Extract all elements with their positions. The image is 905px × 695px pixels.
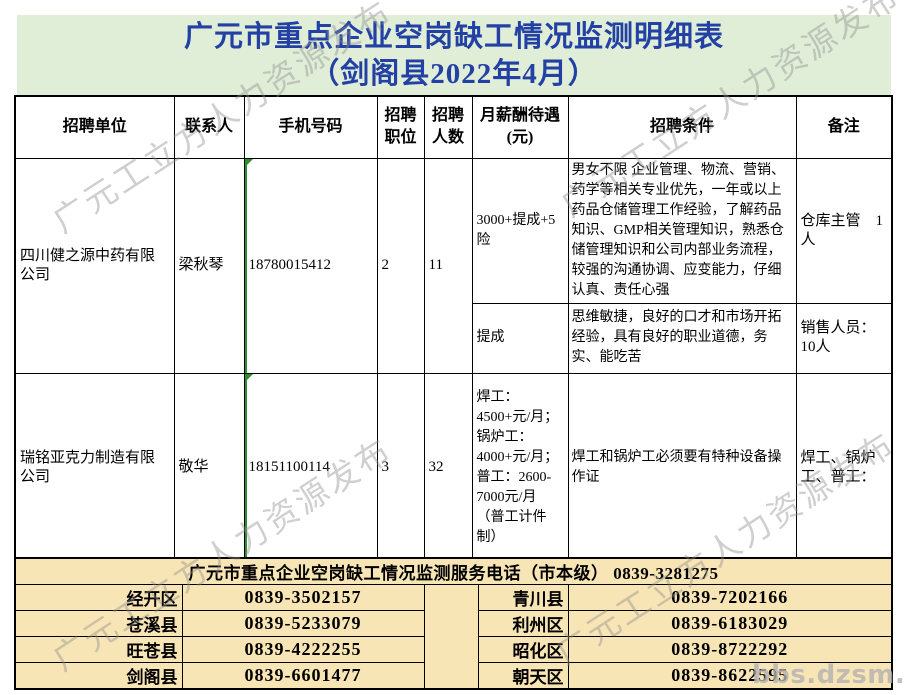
district-phone: 0839-8722292	[568, 637, 892, 663]
salary-cell: 提成	[472, 303, 568, 373]
conditions-cell: 思维敏捷，良好的口才和市场开拓经验，具有良好的职业道德，务实、能吃苦	[568, 303, 796, 373]
district-label: 旺苍县	[15, 637, 182, 663]
district-label: 利州区	[478, 611, 568, 637]
district-phone: 0839-3502157	[182, 585, 424, 611]
header-company: 招聘单位	[15, 96, 174, 158]
company-cell: 四川健之源中药有限公司	[15, 158, 174, 373]
district-phone: 0839-4222255	[182, 637, 424, 663]
hotline-row: 经开区 0839-3502157 青川县 0839-7202166	[15, 585, 892, 611]
monitoring-sheet: 广元市重点企业空岗缺工情况监测明细表 （剑阁县2022年4月） 招聘单位 联系人…	[0, 0, 905, 695]
phone-value: 18151100114	[249, 459, 330, 475]
hotline-header-row: 广元市重点企业空岗缺工情况监测服务电话（市本级） 0839-3281275	[15, 558, 892, 585]
district-label: 经开区	[15, 585, 182, 611]
table-header-row: 招聘单位 联系人 手机号码 招聘职位 招聘人数 月薪酬待遇(元) 招聘条件 备注	[15, 96, 892, 158]
district-phone: 0839-8622595	[568, 663, 892, 690]
district-phone: 0839-5233079	[182, 611, 424, 637]
district-phone: 0839-7202166	[568, 585, 892, 611]
header-note: 备注	[796, 96, 892, 158]
district-phone: 0839-6183029	[568, 611, 892, 637]
positions-cell: 3	[377, 373, 424, 563]
company-cell: 瑞铭亚克力制造有限公司	[15, 373, 174, 563]
header-phone: 手机号码	[244, 96, 377, 158]
hotline-table: 广元市重点企业空岗缺工情况监测服务电话（市本级） 0839-3281275 经开…	[14, 557, 893, 690]
salary-cell: 3000+提成+5险	[472, 158, 568, 303]
conditions-cell: 焊工和锅炉工必须要有特种设备操作证	[568, 373, 796, 563]
cell-flag-triangle-icon	[245, 374, 253, 382]
note-cell: 仓库主管 1人	[796, 158, 892, 303]
header-positions: 招聘职位	[377, 96, 424, 158]
people-cell: 32	[424, 373, 472, 563]
district-label: 朝天区	[478, 663, 568, 690]
header-people: 招聘人数	[424, 96, 472, 158]
header-contact: 联系人	[174, 96, 244, 158]
title-block: 广元市重点企业空岗缺工情况监测明细表 （剑阁县2022年4月）	[17, 15, 891, 95]
salary-cell: 焊工：4500+元/月；锅炉工：4000+元/月； 普工：2600-7000元/…	[472, 373, 568, 563]
phone-cell: 18780015412	[244, 158, 377, 373]
district-label: 苍溪县	[15, 611, 182, 637]
page-title: 广元市重点企业空岗缺工情况监测明细表	[17, 19, 891, 56]
hotline-header: 广元市重点企业空岗缺工情况监测服务电话（市本级） 0839-3281275	[15, 558, 892, 585]
table-row: 瑞铭亚克力制造有限公司 敬华 18151100114 3 32 焊工：4500+…	[15, 373, 892, 563]
header-salary: 月薪酬待遇(元)	[472, 96, 568, 158]
people-cell: 11	[424, 158, 472, 373]
contact-cell: 敬华	[174, 373, 244, 563]
district-label: 昭化区	[478, 637, 568, 663]
note-cell: 销售人员：10人	[796, 303, 892, 373]
hotline-gap-cell	[424, 585, 478, 690]
page-subtitle: （剑阁县2022年4月）	[17, 56, 891, 93]
table-row: 四川健之源中药有限公司 梁秋琴 18780015412 2 11 3000+提成…	[15, 158, 892, 303]
positions-cell: 2	[377, 158, 424, 373]
district-label: 剑阁县	[15, 663, 182, 690]
district-phone: 0839-6601477	[182, 663, 424, 690]
vacancy-table: 招聘单位 联系人 手机号码 招聘职位 招聘人数 月薪酬待遇(元) 招聘条件 备注…	[14, 95, 893, 564]
contact-cell: 梁秋琴	[174, 158, 244, 373]
note-cell: 焊工、锅炉工、普工：	[796, 373, 892, 563]
header-conditions: 招聘条件	[568, 96, 796, 158]
conditions-cell: 男女不限 企业管理、物流、营销、药学等相关专业优先，一年或以上药品仓储管理工作经…	[568, 158, 796, 303]
phone-cell: 18151100114	[244, 373, 377, 563]
phone-value: 18780015412	[249, 257, 332, 273]
cell-flag-triangle-icon	[245, 159, 253, 167]
district-label: 青川县	[478, 585, 568, 611]
